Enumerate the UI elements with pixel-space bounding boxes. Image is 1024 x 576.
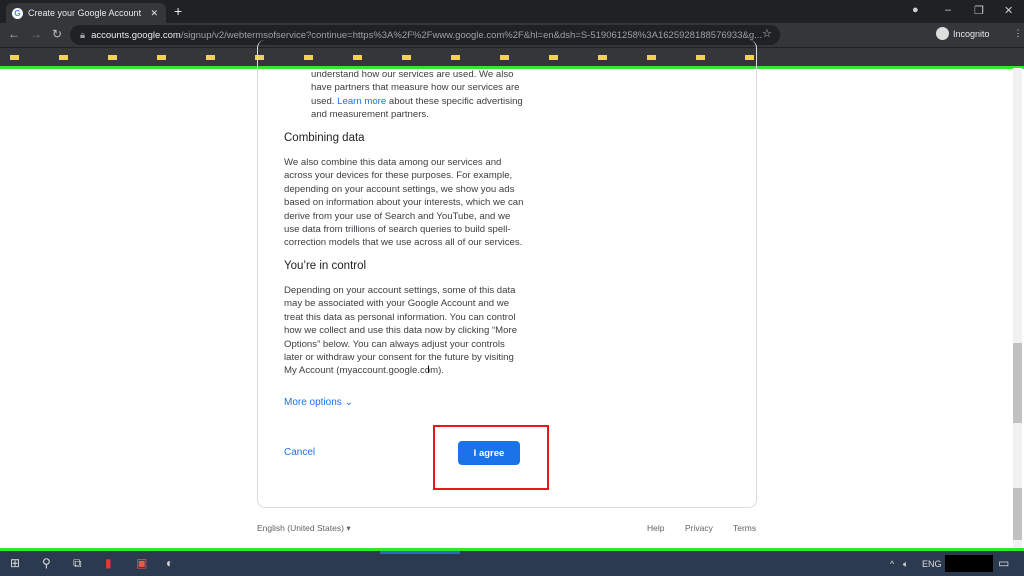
incognito-icon (936, 27, 949, 40)
google-favicon-icon: G (12, 7, 23, 19)
notifications-icon[interactable]: ▭ (998, 556, 1009, 570)
scrollbar-thumb[interactable] (1013, 343, 1022, 423)
in-control-text: Depending on your account settings, some… (284, 285, 518, 377)
bookmark-folder-icon[interactable] (59, 54, 68, 60)
combining-data-heading: Combining data (284, 132, 365, 144)
cancel-button[interactable]: Cancel (284, 447, 315, 458)
new-tab-button[interactable]: + (174, 3, 182, 19)
bookmark-folder-icon[interactable] (206, 54, 215, 60)
terms-link[interactable]: Terms (733, 523, 756, 533)
close-window-button[interactable]: ✕ (1004, 4, 1013, 17)
reload-icon[interactable]: ↻ (52, 27, 62, 41)
paint-icon[interactable]: ◐ (166, 556, 173, 570)
close-tab-icon[interactable]: ✕ (150, 8, 158, 19)
taskbar: ⊞ ⚲ ⧉ ▮ ▣ ◐ ^ 🔈︎ ENG ▭ (0, 551, 1024, 576)
tray-chevron-icon[interactable]: ^ (890, 559, 894, 569)
i-agree-button[interactable]: I agree (458, 441, 520, 465)
learn-more-link[interactable]: Learn more (337, 96, 386, 107)
language-indicator[interactable]: ENG (922, 559, 942, 569)
url-host: accounts.google.com (91, 29, 181, 41)
chevron-down-icon: ⌄ (344, 397, 353, 408)
dropdown-arrow-icon: ▾ (346, 523, 351, 533)
url-path: /signup/v2/webtermsofservice?continue=ht… (180, 29, 763, 41)
maximize-button[interactable]: ❐ (974, 4, 984, 17)
menu-icon[interactable]: ⋮ (1014, 28, 1023, 39)
scrollbar-thumb-lower[interactable] (1013, 488, 1022, 540)
incognito-indicator[interactable]: Incognito ⋮ (936, 27, 1023, 40)
forward-icon[interactable]: → (30, 27, 42, 41)
back-icon[interactable]: ← (8, 27, 20, 41)
partners-paragraph: understand how our services are used. We… (311, 69, 523, 121)
incognito-label: Incognito (953, 28, 990, 39)
media-icon[interactable]: ● (912, 4, 919, 16)
volume-icon[interactable]: 🔈︎ (903, 559, 908, 570)
windows-start-icon[interactable]: ⊞ (10, 556, 20, 570)
tab-title: Create your Google Account (28, 8, 142, 18)
lock-icon: 🔒︎ (80, 29, 86, 41)
help-link[interactable]: Help (647, 523, 664, 533)
combining-data-text: We also combine this data among our serv… (284, 157, 524, 249)
task-view-icon[interactable]: ⧉ (73, 556, 82, 571)
app-icon-2[interactable]: ▣ (136, 556, 147, 570)
active-app-indicator (380, 551, 460, 554)
more-options-button[interactable]: More options ⌄ (284, 397, 353, 408)
browser-tab[interactable]: G Create your Google Account ✕ (6, 3, 166, 23)
bookmark-folder-icon[interactable] (157, 54, 166, 60)
minimize-button[interactable]: – (945, 4, 951, 16)
search-icon[interactable]: ⚲ (42, 556, 51, 570)
language-selector[interactable]: English (United States) ▾ (257, 523, 351, 534)
bookmark-folder-icon[interactable] (10, 54, 19, 60)
scrollbar[interactable] (1013, 68, 1022, 548)
app-icon[interactable]: ▮ (105, 556, 112, 570)
bookmark-star-icon[interactable]: ☆ (762, 27, 772, 40)
bookmark-folder-icon[interactable] (108, 54, 117, 60)
clock-redacted (945, 555, 993, 572)
text-cursor-icon: I (427, 364, 431, 376)
in-control-heading: You’re in control (284, 260, 367, 272)
privacy-link[interactable]: Privacy (685, 523, 713, 533)
